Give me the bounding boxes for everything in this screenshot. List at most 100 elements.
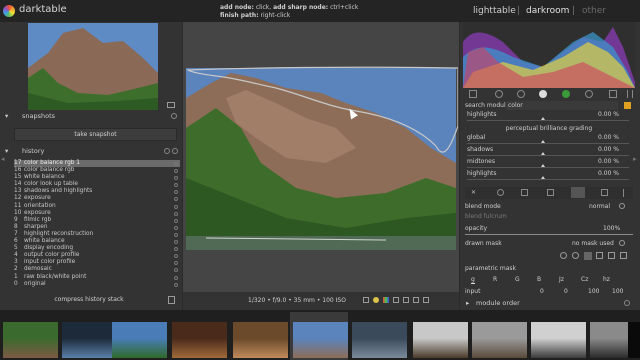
- take-snapshot-button[interactable]: take snapshot: [14, 128, 177, 141]
- history-item[interactable]: 14 color look up table: [14, 181, 180, 188]
- tab-other[interactable]: other: [582, 6, 606, 16]
- slider-row[interactable]: highlights 0.00 %: [465, 170, 633, 182]
- filmstrip-thumbnail[interactable]: [3, 322, 58, 358]
- filmstrip-thumbnail[interactable]: [531, 322, 586, 358]
- history-item[interactable]: 7 highlight reconstruction: [14, 231, 180, 238]
- drawn-mask-toggle-icon[interactable]: [619, 240, 625, 246]
- ellipse-shape-icon[interactable]: [572, 252, 579, 259]
- presets-icon[interactable]: [609, 90, 617, 98]
- channel-tab[interactable]: G: [515, 276, 520, 283]
- path-shape-icon[interactable]: [584, 252, 592, 260]
- slider-row[interactable]: shadows 0.00 %: [465, 146, 633, 158]
- chevron-right-icon[interactable]: ▸: [466, 299, 469, 307]
- raw-overexposed-icon[interactable]: [373, 297, 379, 303]
- history-item[interactable]: 6 white balance: [14, 238, 180, 245]
- drawn-icon[interactable]: [521, 189, 528, 196]
- active-modules-icon[interactable]: [469, 90, 477, 98]
- filmstrip-thumbnail[interactable]: [352, 322, 407, 358]
- collapse-left-icon[interactable]: ◂: [1, 155, 5, 163]
- parametric-icon[interactable]: [547, 189, 554, 196]
- base-group-icon[interactable]: [495, 90, 503, 98]
- drawn-mask-path[interactable]: [186, 66, 458, 166]
- history-item[interactable]: 2 demosaic: [14, 266, 180, 273]
- blend-mode-toggle-icon[interactable]: [619, 203, 625, 209]
- filmstrip-thumbnail[interactable]: [233, 322, 288, 358]
- slider-track[interactable]: [467, 179, 629, 180]
- menu-icon[interactable]: [623, 189, 628, 197]
- history-item[interactable]: 15 white balance: [14, 174, 180, 181]
- gradient-shape-icon[interactable]: [608, 252, 615, 259]
- channel-tab[interactable]: hz: [603, 276, 610, 283]
- slider-knob[interactable]: [541, 152, 545, 155]
- compress-history-button[interactable]: compress history stack: [14, 296, 164, 306]
- filmstrip-thumbnail[interactable]: [628, 322, 640, 358]
- history-item[interactable]: 13 shadows and highlights: [14, 188, 180, 195]
- chevron-down-icon[interactable]: ▾: [5, 112, 8, 120]
- filmstrip-thumbnail[interactable]: [472, 322, 527, 358]
- snapshots-header[interactable]: snapshots: [22, 112, 55, 120]
- chevron-down-icon[interactable]: ▾: [5, 147, 8, 155]
- history-item[interactable]: 16 color balance rgb: [14, 167, 180, 174]
- drawn-parametric-icon[interactable]: [571, 187, 585, 198]
- slider-knob[interactable]: [541, 117, 545, 120]
- color-assessment-icon[interactable]: [363, 297, 369, 303]
- correct-group-icon[interactable]: [562, 90, 570, 98]
- off-icon[interactable]: ✕: [471, 189, 478, 196]
- navigation-thumbnail[interactable]: [28, 23, 158, 110]
- slider-row[interactable]: midtones 0.00 %: [465, 158, 633, 170]
- filmstrip-thumbnail[interactable]: [293, 322, 348, 358]
- slider-track[interactable]: [467, 167, 629, 168]
- slider-track[interactable]: [467, 143, 629, 144]
- history-header[interactable]: history: [22, 147, 44, 155]
- history-item[interactable]: 12 exposure: [14, 195, 180, 202]
- history-item[interactable]: 4 output color profile: [14, 252, 180, 259]
- reset-icon[interactable]: [171, 113, 177, 119]
- mask-manager-icon[interactable]: [620, 252, 627, 259]
- filmstrip-thumbnail[interactable]: [413, 322, 468, 358]
- uniform-icon[interactable]: [497, 189, 504, 196]
- module-order-header[interactable]: module order: [476, 299, 520, 307]
- history-item[interactable]: 9 filmic rgb: [14, 217, 180, 224]
- menu-icon[interactable]: [627, 90, 633, 98]
- channel-tab[interactable]: g: [471, 276, 475, 284]
- tab-darkroom[interactable]: darkroom: [526, 6, 569, 16]
- reset-icon[interactable]: [172, 148, 178, 154]
- color-group-icon[interactable]: [539, 90, 547, 98]
- slider-knob[interactable]: [541, 164, 545, 167]
- reset-icon[interactable]: [624, 300, 630, 306]
- history-item[interactable]: 0 original: [14, 281, 180, 288]
- search-module-input[interactable]: color: [506, 101, 618, 110]
- softproof-icon[interactable]: [393, 297, 399, 303]
- history-item[interactable]: 10 exposure: [14, 210, 180, 217]
- collapse-right-icon[interactable]: ▸: [633, 155, 637, 163]
- guides-icon[interactable]: [413, 297, 419, 303]
- clear-search-icon[interactable]: [624, 102, 631, 109]
- filmstrip-thumbnail[interactable]: [112, 322, 167, 358]
- focus-peaking-icon[interactable]: [423, 297, 429, 303]
- history-item[interactable]: 5 display encoding: [14, 245, 180, 252]
- drawn-mask-value[interactable]: no mask used: [572, 240, 614, 247]
- slider-track[interactable]: [467, 120, 629, 121]
- channel-tab[interactable]: Cz: [581, 276, 588, 283]
- clipping-icon[interactable]: [383, 297, 389, 303]
- gamut-check-icon[interactable]: [403, 297, 409, 303]
- filmstrip-thumbnail[interactable]: [62, 322, 117, 358]
- history-item[interactable]: 8 sharpen: [14, 224, 180, 231]
- slider-row[interactable]: global 0.00 %: [465, 134, 633, 146]
- history-item[interactable]: 1 raw black/white point: [14, 274, 180, 281]
- slider-knob[interactable]: [541, 176, 545, 179]
- histogram[interactable]: [463, 22, 635, 88]
- filmstrip-thumbnail[interactable]: [172, 322, 227, 358]
- opacity-slider[interactable]: [465, 234, 633, 235]
- tab-lighttable[interactable]: lighttable: [473, 6, 516, 16]
- channel-tab[interactable]: Jz: [559, 276, 564, 283]
- channel-tab[interactable]: B: [537, 276, 541, 283]
- slider-row[interactable]: highlights 0.00 %: [465, 111, 633, 123]
- raster-icon[interactable]: [601, 189, 608, 196]
- brush-shape-icon[interactable]: [596, 252, 603, 259]
- expand-icon[interactable]: [167, 102, 175, 108]
- slider-track[interactable]: [467, 155, 629, 156]
- presets-icon[interactable]: [164, 148, 170, 154]
- channel-tab[interactable]: R: [493, 276, 497, 283]
- blend-mode-value[interactable]: normal: [589, 203, 610, 210]
